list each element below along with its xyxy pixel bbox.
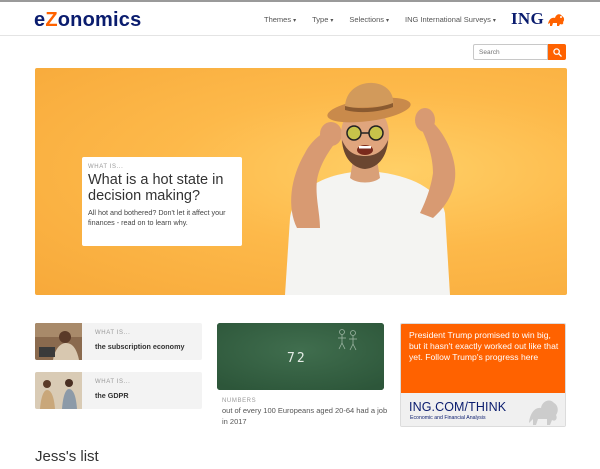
numbers-eyebrow: NUMBERS (222, 398, 257, 404)
chevron-down-icon: ▾ (293, 18, 297, 24)
card-eyebrow: WHAT IS... (95, 379, 131, 385)
ing-logo[interactable]: ING (511, 9, 566, 29)
ad-subtitle: Economic and Financial Analysis (410, 415, 486, 421)
ad-text: President Trump promised to win big, but… (409, 330, 559, 363)
ad-message-box: President Trump promised to win big, but… (401, 324, 565, 393)
search-input[interactable] (473, 44, 548, 60)
nav-item-ing-surveys[interactable]: ING International Surveys ▾ (405, 15, 496, 24)
chevron-down-icon: ▾ (492, 18, 496, 24)
hero-eyebrow: WHAT IS... (88, 164, 124, 170)
chevron-down-icon: ▾ (330, 18, 334, 24)
numbers-text[interactable]: out of every 100 Europeans aged 20-64 ha… (222, 406, 392, 427)
card-title[interactable]: the GDPR (95, 391, 129, 400)
ad-url[interactable]: ING.COM/THINK (409, 400, 506, 414)
search-bar (473, 44, 566, 60)
thumbnail-image (35, 323, 82, 360)
card-title[interactable]: the subscription economy (95, 342, 184, 351)
nav-item-themes[interactable]: Themes ▾ (264, 15, 296, 24)
nav-item-selections[interactable]: Selections ▾ (349, 15, 389, 24)
ezonomics-logo[interactable]: eZonomics (34, 9, 141, 32)
main-nav: Themes ▾ Type ▾ Selections ▾ ING Internatio… (264, 15, 512, 24)
thumbnail-image (35, 372, 82, 409)
hero-banner[interactable]: WHAT IS... What is a hot state in decisi… (35, 68, 567, 295)
search-button[interactable] (548, 44, 566, 60)
section-title-jess-list: Jess's list (35, 448, 99, 465)
numbers-caption: NUMBERS out of every 100 Europeans aged … (222, 398, 392, 427)
site-header: eZonomics Themes ▾ Type ▾ Selections ▾ ING … (0, 2, 600, 36)
lion-icon (529, 400, 558, 425)
hero-subtitle: All hot and bothered? Don't let it affec… (88, 208, 226, 227)
hero-article-card[interactable]: WHAT IS... What is a hot state in decisi… (82, 157, 242, 246)
numbers-chalkboard-image[interactable]: 72 (217, 323, 384, 390)
article-card-gdpr[interactable]: WHAT IS... the GDPR (35, 372, 202, 409)
lion-icon (548, 14, 565, 26)
hero-title[interactable]: What is a hot state in decision making? (88, 172, 236, 204)
ing-think-ad[interactable]: President Trump promised to win big, but… (400, 323, 566, 427)
chalkboard-number: 72 (287, 351, 307, 366)
nav-item-type[interactable]: Type ▾ (312, 15, 333, 24)
card-eyebrow: WHAT IS... (95, 330, 131, 336)
search-icon (552, 47, 562, 57)
ad-footer: ING.COM/THINK Economic and Financial Ana… (401, 393, 565, 426)
article-card-subscription-economy[interactable]: WHAT IS... the subscription economy (35, 323, 202, 360)
chevron-down-icon: ▾ (386, 18, 390, 24)
